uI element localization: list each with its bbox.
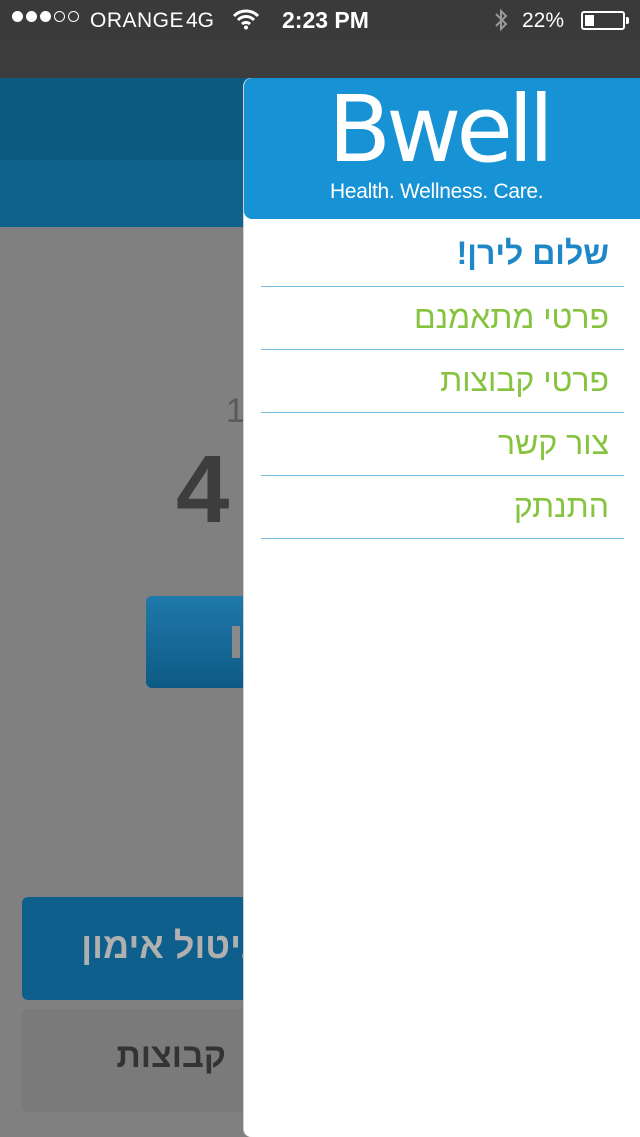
logo-tagline: Health. Wellness. Care. xyxy=(330,180,544,203)
carrier-name: ORANGE xyxy=(90,9,185,32)
bwell-logo: Bwell xyxy=(328,78,554,183)
greeting-text: שלום לירן! xyxy=(261,219,624,287)
menu-list: שלום לירן! פרטי מתאמנם פרטי קבוצות צור ק… xyxy=(261,219,624,539)
battery-percent: 22% xyxy=(522,9,565,32)
menu-item-logout[interactable]: התנתק xyxy=(261,476,624,539)
signal-strength-icon xyxy=(12,11,79,22)
menu-item-group-details[interactable]: פרטי קבוצות xyxy=(261,350,624,413)
background-big-number: 4 xyxy=(176,436,230,543)
menu-header: Bwell Health. Wellness. Care. xyxy=(244,78,640,219)
bluetooth-icon xyxy=(495,8,508,32)
status-bar: ORANGE 4G 2:23 PM 22% xyxy=(0,0,640,40)
menu-item-contact[interactable]: צור קשר xyxy=(261,413,624,476)
network-type: 4G xyxy=(186,9,215,32)
overlay-strip xyxy=(0,40,640,78)
menu-item-trainee-details[interactable]: פרטי מתאמנם xyxy=(261,287,624,350)
status-time: 2:23 PM xyxy=(282,7,369,33)
wifi-icon xyxy=(232,9,260,30)
side-menu: Bwell Health. Wellness. Care. שלום לירן!… xyxy=(243,78,640,1137)
battery-icon xyxy=(581,11,629,30)
